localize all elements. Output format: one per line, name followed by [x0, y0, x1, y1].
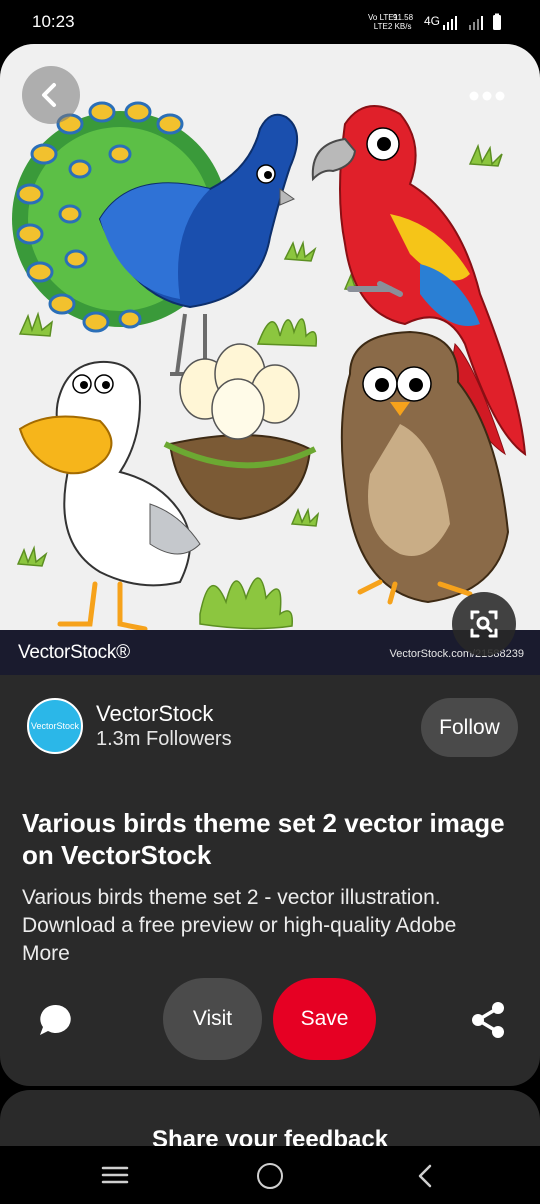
network-speed: 91.58 KB/s	[393, 13, 414, 31]
battery-icon	[493, 15, 501, 30]
chevron-left-icon	[42, 83, 56, 107]
pin-card: VectorStock® VectorStock.com/21588239 Ve…	[0, 44, 540, 1086]
feedback-card[interactable]: Share your feedback	[0, 1090, 540, 1150]
share-button[interactable]	[468, 1000, 508, 1040]
pin-description-text: Various birds theme set 2 - vector illus…	[22, 886, 457, 937]
birds-illustration	[12, 101, 527, 632]
pin-title: Various birds theme set 2 vector image o…	[22, 808, 505, 870]
signal-battery-icons	[443, 13, 501, 30]
share-icon	[472, 1002, 504, 1038]
visual-search-icon	[470, 610, 498, 638]
visit-button[interactable]: Visit	[163, 978, 262, 1060]
publisher-followers: 1.3m Followers	[96, 728, 232, 750]
nav-back-icon[interactable]	[413, 1162, 437, 1190]
follow-button[interactable]: Follow	[421, 698, 518, 757]
network-type: 4G	[424, 14, 441, 28]
comment-icon	[40, 1004, 71, 1035]
more-options-button[interactable]	[462, 84, 512, 108]
pin-image[interactable]: VectorStock® VectorStock.com/21588239	[0, 44, 540, 675]
watermark-logo: VectorStock®	[18, 642, 130, 663]
publisher-avatar[interactable]: VectorStock	[27, 698, 83, 754]
more-link[interactable]: More	[22, 940, 527, 968]
system-nav-bar	[0, 1146, 540, 1204]
status-bar: 10:23 Vo LTE1 LTE2 91.58 KB/s 4G	[0, 0, 540, 44]
recents-icon[interactable]	[100, 1164, 130, 1186]
publisher-name[interactable]: VectorStock	[96, 701, 213, 727]
pin-description: Various birds theme set 2 - vector illus…	[22, 884, 527, 968]
visual-search-button[interactable]	[452, 592, 516, 656]
status-time: 10:23	[32, 12, 75, 31]
home-icon[interactable]	[257, 1163, 283, 1189]
comment-button[interactable]	[36, 1000, 76, 1040]
back-button[interactable]	[22, 66, 80, 124]
save-button[interactable]: Save	[273, 978, 376, 1060]
more-horizontal-icon	[469, 91, 505, 101]
